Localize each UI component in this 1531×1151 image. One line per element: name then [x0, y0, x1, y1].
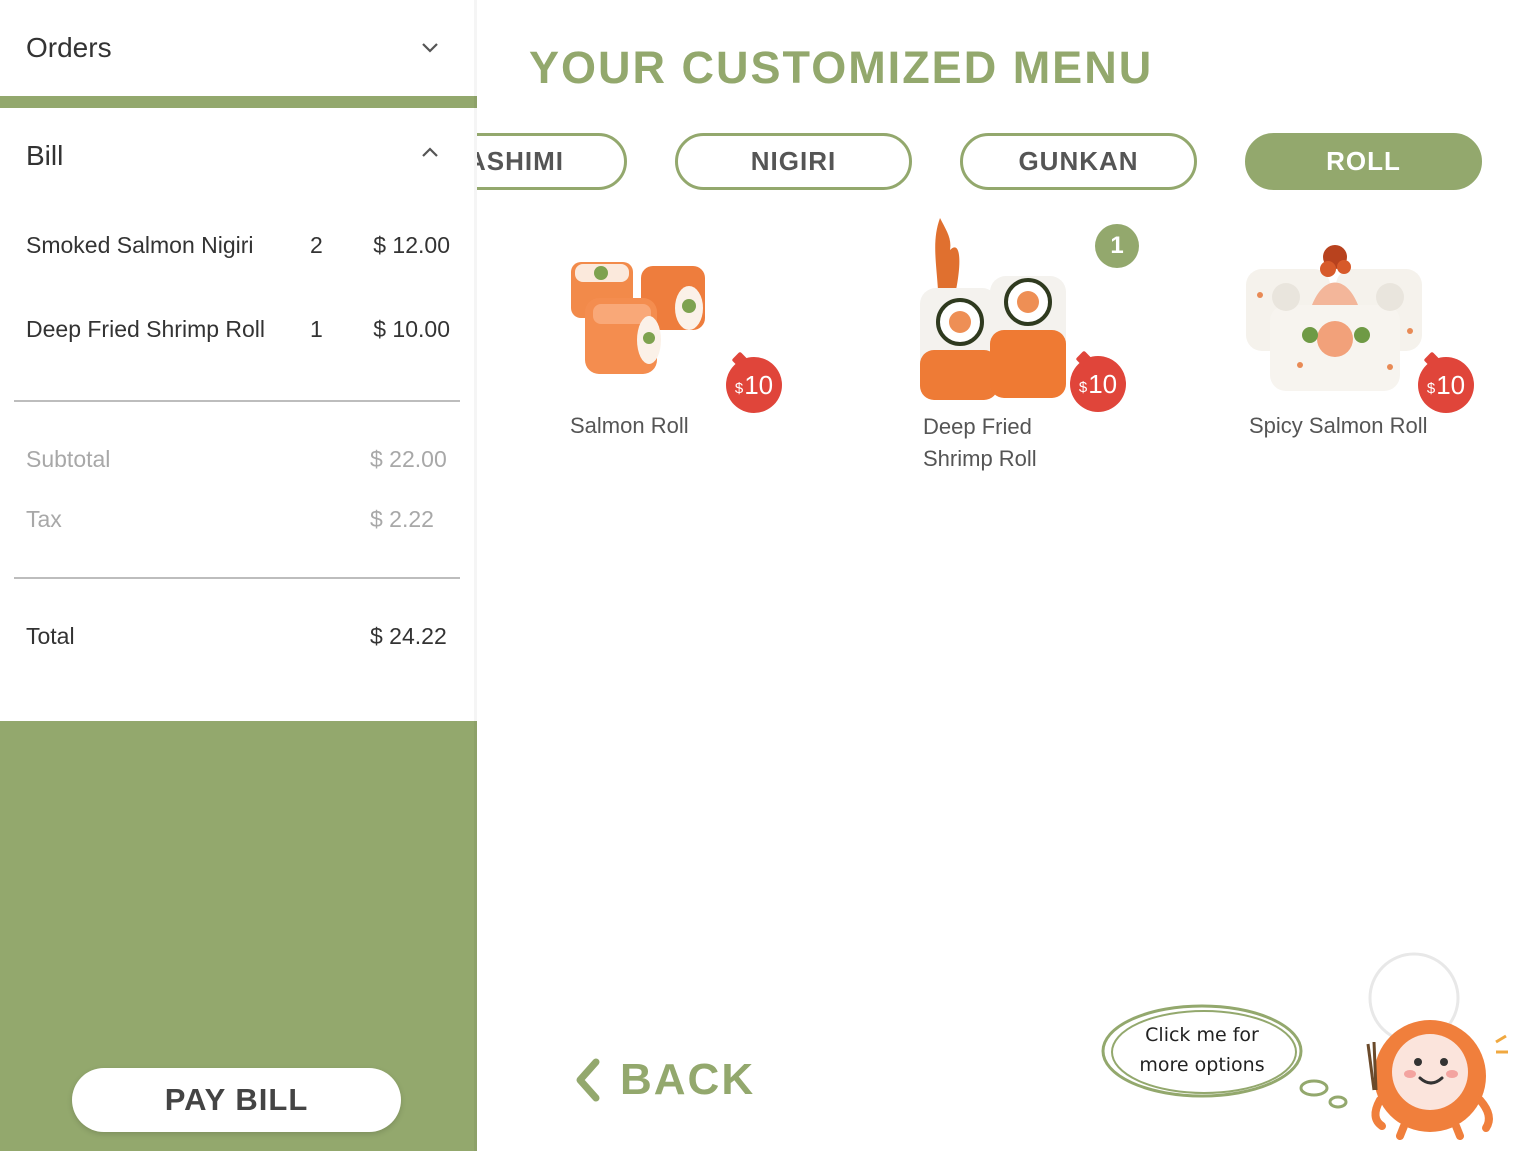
- divider: [14, 577, 460, 579]
- spicy-salmon-roll-image: [1246, 245, 1422, 391]
- bill-item-qty: 1: [310, 316, 323, 342]
- subtotal-value: $ 22.00: [370, 446, 447, 472]
- speech-bubble-text: Click me for more options: [1139, 1024, 1265, 1076]
- bill-section: Bill Smoked Salmon Nigiri 2 $ 12.00 Deep…: [0, 108, 477, 721]
- menu-item-name: Deep Fried Shrimp Roll: [923, 414, 1037, 471]
- total-value: $ 24.22: [370, 623, 447, 649]
- bill-item-name: Deep Fried Shrimp Roll: [26, 316, 266, 342]
- tab-sashimi[interactable]: ASHIMI: [477, 133, 627, 190]
- category-tabs: ASHIMI NIGIRI GUNKAN ROLL: [477, 120, 1531, 210]
- tab-roll[interactable]: ROLL: [1245, 133, 1482, 190]
- item-count-badge: 1: [1095, 224, 1139, 268]
- menu-item-name: Salmon Roll: [570, 413, 689, 438]
- menu-item-deep-fried-shrimp-roll[interactable]: 1 $10 Deep Fried Shrimp Roll: [905, 205, 1145, 485]
- bill-row: Smoked Salmon Nigiri 2 $ 12.00: [26, 232, 456, 266]
- subtotal-label: Subtotal: [26, 446, 111, 472]
- back-label: BACK: [620, 1055, 756, 1104]
- bill-row: Deep Fried Shrimp Roll 1 $ 10.00: [26, 316, 456, 350]
- sushi-mascot-icon[interactable]: [1360, 950, 1520, 1140]
- bill-item-price: $ 12.00: [373, 232, 450, 258]
- help-speech-bubble[interactable]: Click me for more options: [1100, 1002, 1304, 1100]
- divider: [14, 400, 460, 402]
- tax-label: Tax: [26, 506, 62, 532]
- back-button[interactable]: BACK: [572, 1055, 755, 1105]
- page-title: YOUR CUSTOMIZED MENU: [529, 42, 1154, 93]
- chevron-left-icon: [576, 1058, 600, 1102]
- menu-item-salmon-roll[interactable]: $10 Salmon Roll: [555, 230, 795, 450]
- side-panel: Orders Bill Smoked Salmon Nigiri 2 $ 12.…: [0, 0, 477, 1151]
- menu-item-name: Spicy Salmon Roll: [1249, 413, 1428, 438]
- orders-section-header[interactable]: Orders: [0, 0, 477, 96]
- bill-item-name: Smoked Salmon Nigiri: [26, 232, 254, 258]
- shrimp-roll-image: [920, 218, 1066, 400]
- chevron-up-icon[interactable]: [421, 144, 439, 162]
- tab-nigiri[interactable]: NIGIRI: [675, 133, 912, 190]
- menu-item-spicy-salmon-roll[interactable]: $10 Spicy Salmon Roll: [1235, 230, 1495, 450]
- price-badge: $10: [1070, 356, 1126, 412]
- bill-title: Bill: [26, 140, 64, 171]
- price-badge: $10: [1418, 357, 1474, 413]
- orders-title: Orders: [26, 32, 112, 63]
- bill-item-price: $ 10.00: [373, 316, 450, 342]
- thought-dots: [1299, 1079, 1348, 1109]
- salmon-roll-image: [571, 262, 705, 374]
- chevron-down-icon[interactable]: [421, 38, 439, 56]
- bill-item-qty: 2: [310, 232, 323, 258]
- tab-gunkan[interactable]: GUNKAN: [960, 133, 1197, 190]
- pay-bill-button[interactable]: PAY BILL: [72, 1068, 401, 1132]
- price-badge: $10: [726, 357, 782, 413]
- total-label: Total: [26, 623, 75, 649]
- tax-value: $ 2.22: [370, 506, 434, 532]
